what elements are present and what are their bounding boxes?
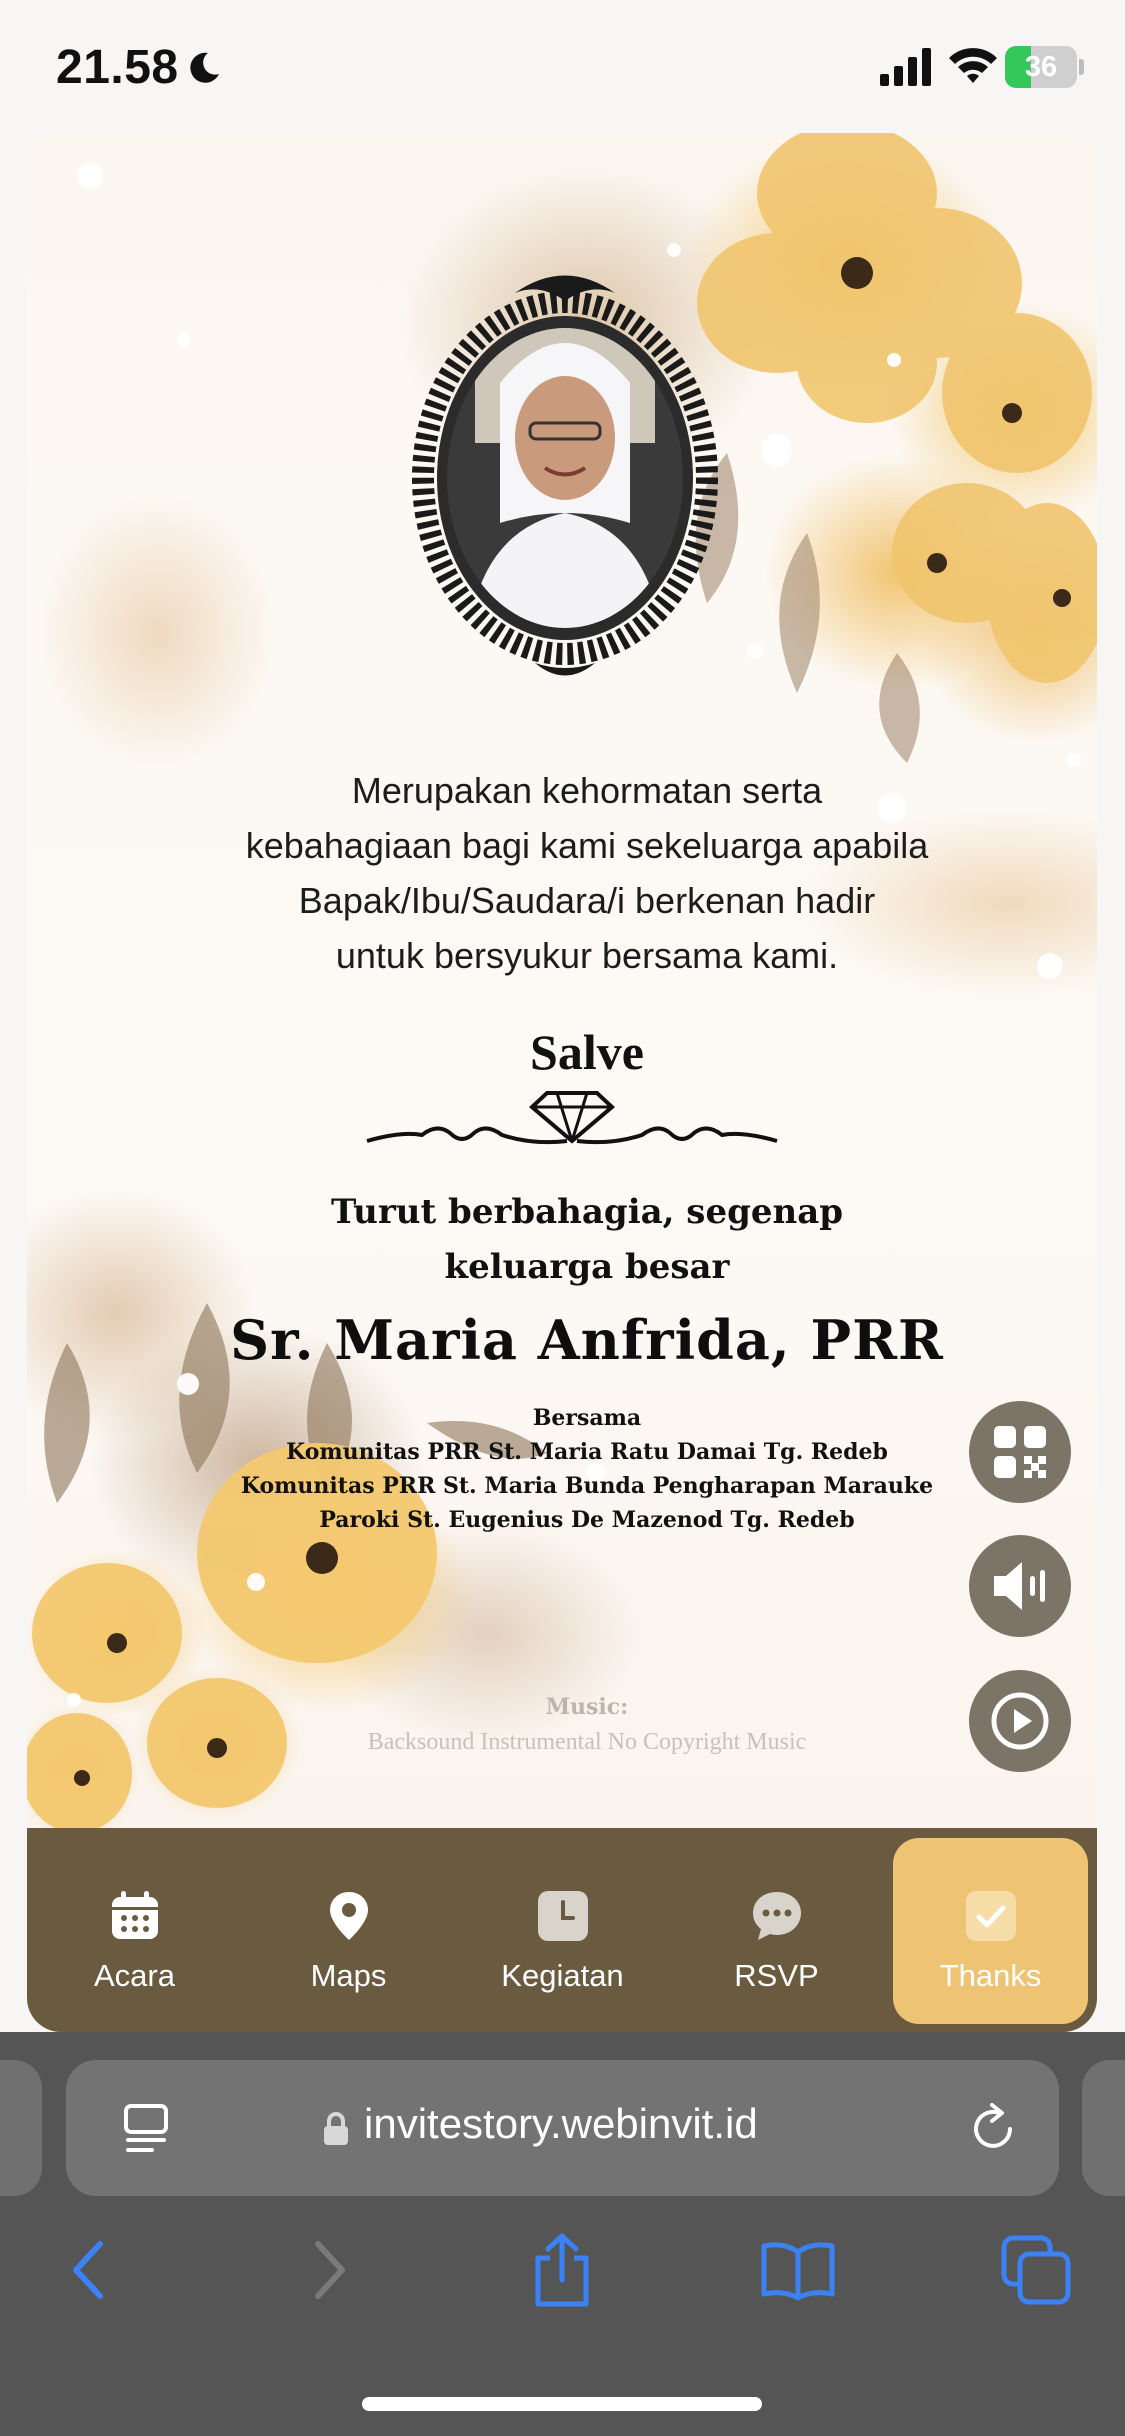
bookmarks-icon bbox=[761, 2242, 835, 2301]
moon-icon bbox=[190, 52, 219, 83]
forward-icon bbox=[315, 2241, 345, 2299]
honoree-name: Sr. Maria Anfrida, PRR bbox=[230, 1308, 944, 1372]
reload-icon[interactable] bbox=[964, 2100, 1022, 2158]
invitation-card: Merupakan kehormatan serta kebahagiaan b… bbox=[27, 133, 1097, 1833]
nav-item-thanks[interactable]: Thanks bbox=[893, 1838, 1088, 2024]
nav-item-rsvp[interactable]: RSVP bbox=[679, 1838, 874, 2024]
bookmarks-button[interactable] bbox=[758, 2230, 838, 2310]
speaker-icon bbox=[994, 1562, 1045, 1610]
qr-code-button[interactable] bbox=[969, 1401, 1071, 1503]
bottom-navigation: Acara Maps Kegiatan RSVP Thanks bbox=[27, 1828, 1097, 2032]
nav-item-maps[interactable]: Maps bbox=[251, 1838, 446, 2024]
together-block: Bersama Komunitas PRR St. Maria Ratu Dam… bbox=[187, 1401, 987, 1537]
together-line: Bersama bbox=[532, 1405, 642, 1431]
battery-icon: 36 bbox=[1005, 46, 1084, 88]
clock-icon bbox=[538, 1891, 588, 1941]
sub-heading-line: Turut berbahagia, segenap bbox=[330, 1192, 844, 1232]
wifi-icon bbox=[949, 48, 997, 83]
nav-item-kegiatan[interactable]: Kegiatan bbox=[465, 1838, 660, 2024]
previous-tab-preview[interactable] bbox=[0, 2060, 42, 2196]
nav-label: Maps bbox=[310, 1958, 387, 1993]
qr-code-icon bbox=[994, 1426, 1046, 1478]
play-icon bbox=[991, 1692, 1049, 1750]
together-line: Komunitas PRR St. Maria Bunda Pengharapa… bbox=[240, 1473, 934, 1499]
back-button[interactable] bbox=[48, 2230, 128, 2310]
browser-chrome: invitestory.webinvit.id bbox=[0, 2032, 1125, 2436]
chat-bubble-icon bbox=[753, 1892, 801, 1940]
status-bar: 21.58 36 bbox=[0, 0, 1125, 130]
calendar-icon bbox=[112, 1891, 158, 1939]
together-line: Komunitas PRR St. Maria Ratu Damai Tg. R… bbox=[286, 1439, 888, 1465]
share-button[interactable] bbox=[522, 2230, 602, 2310]
music-label: Music: bbox=[545, 1694, 629, 1720]
sub-heading: Turut berbahagia, segenap keluarga besar bbox=[212, 1185, 962, 1295]
back-icon bbox=[73, 2241, 103, 2299]
intro-line: Merupakan kehormatan serta bbox=[351, 770, 823, 811]
intro-line: Bapak/Ibu/Saudara/i berkenan hadir bbox=[298, 880, 876, 921]
nav-label: Acara bbox=[94, 1958, 175, 1993]
signal-icon bbox=[880, 48, 931, 86]
forward-button[interactable] bbox=[290, 2230, 370, 2310]
intro-line: untuk bersyukur bersama kami. bbox=[335, 935, 839, 976]
nav-item-acara[interactable]: Acara bbox=[37, 1838, 232, 2024]
sub-heading-line: keluarga besar bbox=[444, 1247, 730, 1287]
map-pin-icon bbox=[330, 1892, 368, 1940]
page-menu-icon[interactable] bbox=[116, 2098, 176, 2158]
play-music-button[interactable] bbox=[969, 1670, 1071, 1772]
lock-icon bbox=[324, 2112, 348, 2145]
checkmark-icon bbox=[966, 1891, 1016, 1941]
tabs-button[interactable] bbox=[996, 2230, 1076, 2310]
together-line: Paroki St. Eugenius De Mazenod Tg. Redeb bbox=[319, 1507, 855, 1533]
sound-toggle-button[interactable] bbox=[969, 1535, 1071, 1637]
flower-decoration-icon bbox=[695, 133, 1097, 763]
share-icon bbox=[535, 2233, 589, 2307]
diamond-ornament-icon bbox=[366, 1091, 778, 1145]
salve-heading: Salve bbox=[530, 1024, 644, 1080]
intro-line: kebahagiaan bagi kami sekeluarga apabila bbox=[245, 825, 929, 866]
tabs-icon bbox=[1001, 2235, 1071, 2305]
nav-label: RSVP bbox=[734, 1958, 819, 1993]
music-credit: Music: Backsound Instrumental No Copyrig… bbox=[237, 1690, 937, 1760]
music-title: Backsound Instrumental No Copyright Musi… bbox=[367, 1729, 807, 1755]
intro-message: Merupakan kehormatan serta kebahagiaan b… bbox=[177, 763, 997, 983]
next-tab-preview[interactable] bbox=[1082, 2060, 1125, 2196]
address-bar[interactable]: invitestory.webinvit.id bbox=[66, 2060, 1059, 2196]
status-time: 21.58 bbox=[56, 41, 179, 94]
nav-label: Thanks bbox=[939, 1958, 1042, 1993]
nav-label: Kegiatan bbox=[501, 1958, 624, 1993]
home-indicator[interactable] bbox=[362, 2397, 762, 2411]
portrait-photo bbox=[412, 275, 718, 676]
url-text: invitestory.webinvit.id bbox=[364, 2100, 758, 2147]
battery-level: 36 bbox=[1024, 51, 1058, 83]
